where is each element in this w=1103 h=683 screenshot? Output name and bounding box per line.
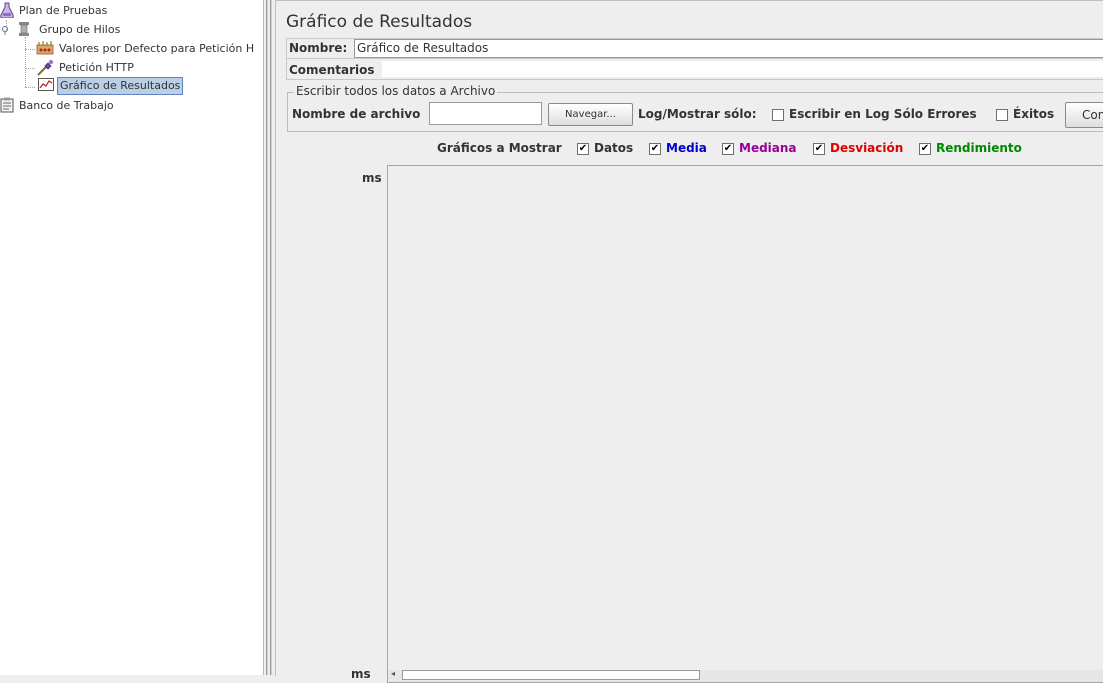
tree-item-label: Gráfico de Resultados [57,77,184,95]
tree-item-label: Banco de Trabajo [19,99,114,112]
tree-item-label: Petición HTTP [59,61,134,74]
tree-item-label: Grupo de Hilos [39,23,121,36]
media-checkbox[interactable]: ✔ [649,143,661,155]
file-group-title: Escribir todos los datos a Archivo [294,84,498,98]
successes-label: Éxitos [1013,107,1055,121]
tree-item-graph-results[interactable]: Gráfico de Resultados [0,77,263,95]
errors-only-checkbox[interactable] [772,109,784,121]
log-show-label: Log/Mostrar sólo: [638,107,757,121]
thread-group-spool-icon [16,21,32,37]
tree-item-http-request[interactable]: Petición HTTP [0,59,263,76]
configure-button[interactable]: Con [1065,102,1103,128]
errors-only-label: Escribir en Log Sólo Errores [789,107,977,121]
rendimiento-label: Rendimiento [936,141,1022,155]
divider-grip [267,0,268,675]
name-label: Nombre: [289,41,348,55]
http-sampler-pipette-icon [36,59,53,76]
tree-item-thread-group[interactable]: Grupo de Hilos [0,21,263,38]
media-label: Media [666,141,707,155]
tree-item-http-defaults[interactable]: Valores por Defecto para Petición H [0,40,263,57]
scrollbar-thumb[interactable] [402,670,700,680]
graphs-to-show-label: Gráficos a Mostrar [437,141,562,155]
workbench-clipboard-icon [0,97,16,113]
datos-label: Datos [594,141,634,155]
scroll-left-arrow-icon[interactable]: ◂ [391,669,395,678]
name-row: Nombre: Gráfico de Resultados [286,38,1103,59]
expand-toggle-icon[interactable] [0,23,16,39]
write-to-file-group: Escribir todos los datos a Archivo Nombr… [287,84,1103,132]
datos-checkbox[interactable]: ✔ [577,143,589,155]
split-pane-divider[interactable] [264,0,274,675]
mediana-checkbox[interactable]: ✔ [722,143,734,155]
browse-button[interactable]: Navegar... [548,103,633,126]
test-plan-tree[interactable]: Plan de Pruebas Grupo de Hilos Valores p… [0,0,264,675]
comments-label: Comentarios [289,63,375,77]
results-graph-canvas [387,165,1103,672]
y-axis-min-unit: ms [351,667,371,681]
desviacion-label: Desviación [830,141,904,155]
mediana-label: Mediana [739,141,797,155]
graph-results-icon [38,78,54,94]
desviacion-checkbox[interactable]: ✔ [813,143,825,155]
rendimiento-checkbox[interactable]: ✔ [919,143,931,155]
y-axis-max-unit: ms [362,171,382,185]
config-defaults-icon [36,40,54,56]
graph-results-panel: Gráfico de Resultados Nombre: Gráfico de… [275,0,1103,683]
comments-row: Comentarios [286,59,1103,80]
divider-grip [271,0,272,675]
file-name-input[interactable] [429,102,542,125]
tree-item-label: Plan de Pruebas [19,4,108,17]
tree-item-test-plan[interactable]: Plan de Pruebas [0,2,263,19]
page-title: Gráfico de Resultados [286,12,473,32]
tree-item-label: Valores por Defecto para Petición H [59,42,255,55]
graph-horizontal-scrollbar[interactable]: ◂ [387,669,1103,683]
successes-checkbox[interactable] [996,109,1008,121]
name-field[interactable]: Gráfico de Resultados [354,39,1103,58]
comments-field[interactable] [382,61,1103,77]
test-plan-flask-icon [0,2,16,19]
file-name-label: Nombre de archivo [292,107,421,121]
tree-item-workbench[interactable]: Banco de Trabajo [0,97,263,114]
